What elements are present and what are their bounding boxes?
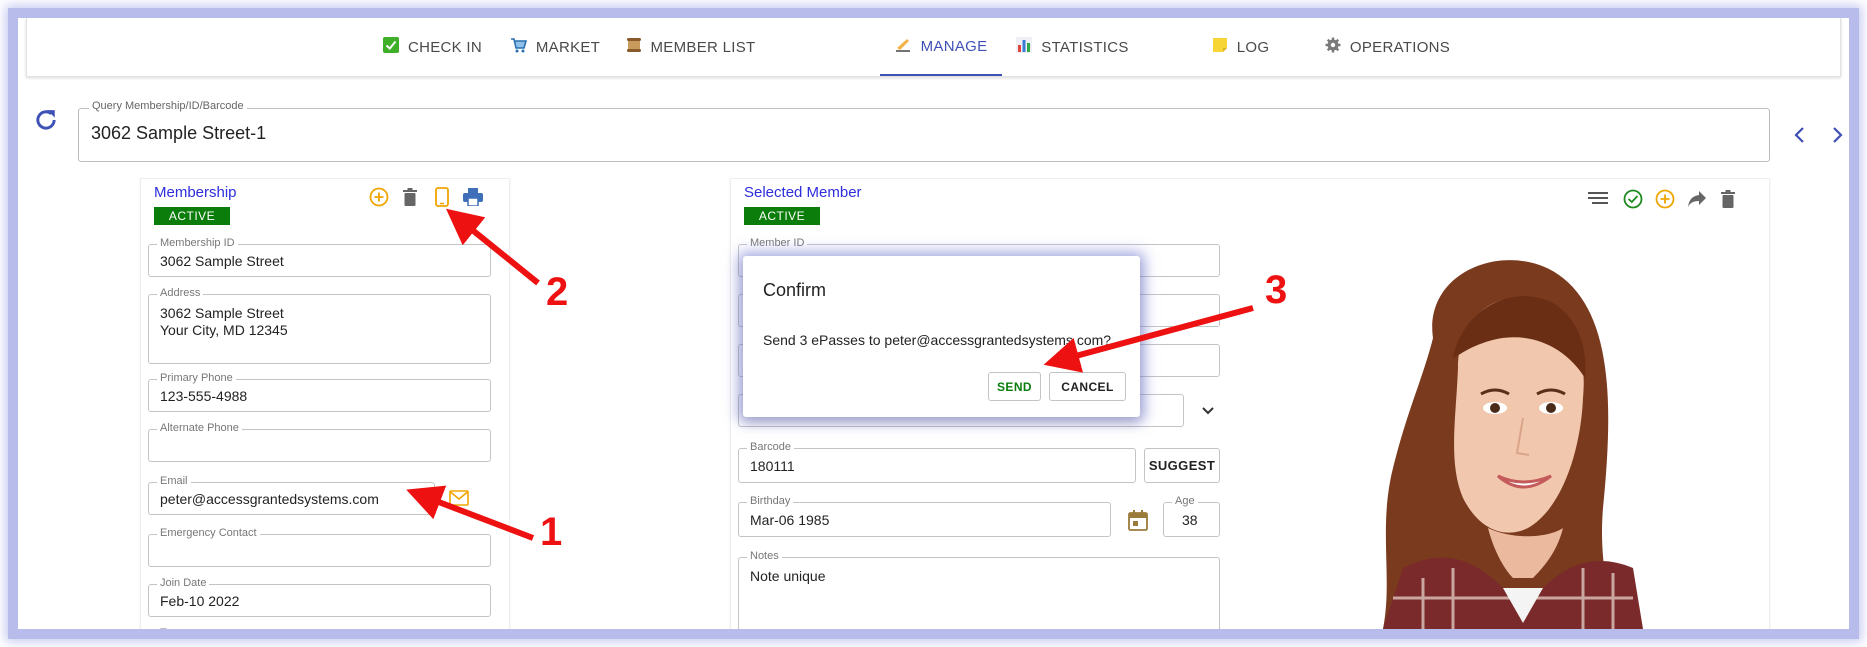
annotation-number-2: 2	[546, 270, 569, 314]
cart-icon	[510, 37, 528, 57]
annotation-number-3: 3	[1265, 268, 1288, 312]
confirm-dialog: Confirm Send 3 ePasses to peter@accessgr…	[743, 256, 1140, 417]
tab-label: STATISTICS	[1041, 38, 1129, 56]
membership-title: Membership	[154, 184, 237, 201]
alternate-phone-field[interactable]: Alternate Phone	[148, 422, 491, 462]
join-date-field[interactable]: Join Date Feb-10 2022	[148, 577, 491, 617]
field-value: 3062 Sample Street Your City, MD 12345	[160, 305, 288, 338]
membership-id-field[interactable]: Membership ID 3062 Sample Street	[148, 237, 491, 277]
email-send-icon[interactable]	[448, 488, 470, 508]
field-label: Address	[157, 287, 204, 299]
field-label: Member ID	[747, 237, 808, 249]
field-label: Email	[157, 475, 191, 487]
birthday-field[interactable]: Birthday Mar-06 1985	[738, 495, 1111, 537]
chevron-down-icon[interactable]	[1198, 402, 1218, 420]
check-box-icon	[382, 37, 400, 57]
query-input[interactable]	[91, 123, 1691, 144]
member-photo	[1363, 248, 1643, 629]
note-icon	[1211, 37, 1229, 57]
barcode-field[interactable]: Barcode 180111	[738, 441, 1136, 483]
type-field[interactable]: Type	[157, 627, 187, 629]
field-value: Feb-10 2022	[160, 593, 240, 609]
query-field[interactable]: Query Membership/ID/Barcode	[78, 100, 1770, 162]
tab-log[interactable]: LOG	[1200, 18, 1280, 76]
field-label: Emergency Contact	[157, 527, 260, 539]
address-field[interactable]: Address 3062 Sample Street Your City, MD…	[148, 287, 491, 364]
field-value: Note unique	[750, 568, 826, 584]
screenshot-frame: CHECK IN MARKET MEMBER LIST MANAGE STATI…	[8, 8, 1859, 639]
add-member-icon[interactable]	[1654, 188, 1676, 210]
selected-member-title: Selected Member	[744, 184, 862, 201]
chevron-right-icon[interactable]	[1825, 123, 1849, 147]
tab-manage[interactable]: MANAGE	[880, 18, 1002, 76]
field-label: Age	[1172, 495, 1198, 507]
delete-member-icon[interactable]	[1718, 188, 1738, 210]
dialog-title: Confirm	[763, 280, 827, 300]
field-value: 180111	[750, 458, 795, 474]
field-label: Barcode	[747, 441, 794, 453]
age-field[interactable]: Age 38	[1163, 495, 1220, 537]
field-label: Primary Phone	[157, 372, 236, 384]
tab-label: OPERATIONS	[1349, 38, 1451, 56]
check-circle-icon[interactable]	[1622, 188, 1644, 210]
field-value: 123-555-4988	[160, 388, 248, 404]
tab-label: MARKET	[535, 38, 601, 56]
notes-field[interactable]: Notes Note unique	[738, 550, 1220, 629]
add-circle-icon[interactable]	[368, 186, 390, 208]
chevron-left-icon[interactable]	[1788, 123, 1812, 147]
field-label: Notes	[747, 550, 782, 562]
share-icon[interactable]	[1686, 188, 1708, 210]
tab-label: CHECK IN	[407, 38, 483, 56]
field-value: peter@accessgrantedsystems.com	[160, 491, 379, 507]
field-label: Type	[157, 627, 187, 629]
emergency-contact-field[interactable]: Emergency Contact	[148, 527, 491, 567]
tab-label: MEMBER LIST	[650, 38, 756, 56]
scroll-icon	[625, 37, 643, 57]
cancel-button[interactable]: CANCEL	[1049, 372, 1126, 401]
calendar-icon[interactable]	[1127, 508, 1149, 532]
field-label: Alternate Phone	[157, 422, 242, 434]
membership-status-badge: ACTIVE	[154, 207, 230, 225]
list-icon[interactable]	[1586, 188, 1610, 210]
send-button[interactable]: SEND	[988, 372, 1041, 401]
primary-phone-field[interactable]: Primary Phone 123-555-4988	[148, 372, 491, 412]
print-icon[interactable]	[462, 186, 484, 208]
email-field[interactable]: Email peter@accessgrantedsystems.com	[148, 475, 435, 515]
tab-check-in[interactable]: CHECK IN	[377, 18, 487, 76]
tab-market[interactable]: MARKET	[505, 18, 605, 76]
field-value: Mar-06 1985	[750, 512, 830, 528]
field-label: Birthday	[747, 495, 794, 507]
mobile-phone-icon[interactable]	[432, 186, 452, 208]
field-value: 3062 Sample Street	[160, 253, 284, 269]
annotation-number-1: 1	[540, 510, 563, 554]
dialog-message: Send 3 ePasses to peter@accessgrantedsys…	[763, 332, 1112, 348]
suggest-button[interactable]: SUGGEST	[1144, 448, 1220, 483]
member-status-badge: ACTIVE	[744, 207, 820, 225]
tab-statistics[interactable]: STATISTICS	[1012, 18, 1132, 76]
field-label: Membership ID	[157, 237, 238, 249]
delete-icon[interactable]	[400, 186, 420, 208]
bar-chart-icon	[1015, 37, 1033, 57]
writing-hand-icon	[895, 36, 913, 56]
tab-operations[interactable]: OPERATIONS	[1322, 18, 1452, 76]
tab-member-list[interactable]: MEMBER LIST	[615, 18, 765, 76]
field-value: 38	[1182, 512, 1198, 528]
query-label: Query Membership/ID/Barcode	[89, 100, 247, 112]
gear-icon	[1324, 37, 1342, 57]
field-label: Join Date	[157, 577, 210, 589]
tab-bar: CHECK IN MARKET MEMBER LIST MANAGE STATI…	[26, 18, 1841, 77]
tab-label: LOG	[1236, 38, 1270, 56]
tab-label: MANAGE	[920, 37, 988, 55]
refresh-icon[interactable]	[32, 106, 62, 136]
